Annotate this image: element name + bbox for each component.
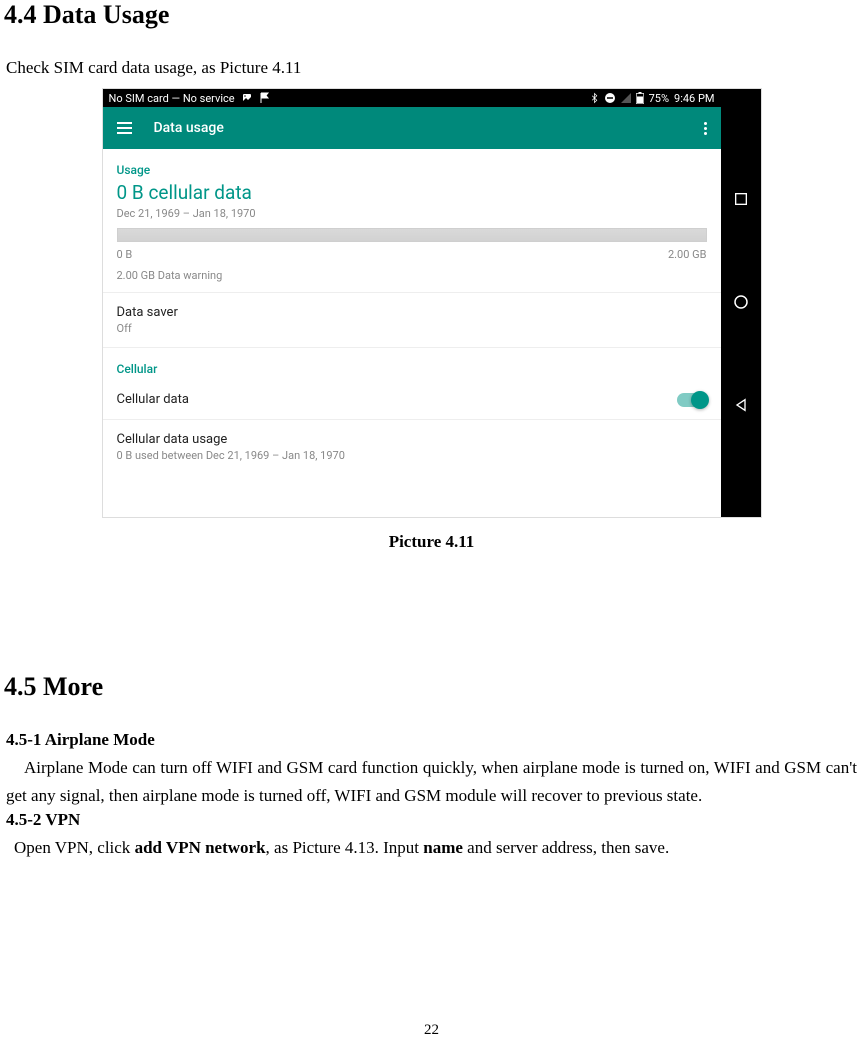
flag-icon <box>259 92 271 104</box>
screenshot-picture-4-11: No SIM card — No service <box>102 88 762 518</box>
section-4-4-title: 4.4 Data Usage <box>4 0 857 30</box>
usage-bar <box>117 228 707 242</box>
data-saver-row[interactable]: Data saver Off <box>103 293 721 348</box>
usage-bar-min: 0 B <box>117 248 133 261</box>
android-status-bar: No SIM card — No service <box>103 89 721 107</box>
cellular-usage-sub: 0 B used between Dec 21, 1969 – Jan 18, … <box>117 449 707 462</box>
overflow-menu-icon[interactable] <box>704 122 707 135</box>
section-4-5-1-body: Airplane Mode can turn off WIFI and GSM … <box>6 754 857 810</box>
section-4-5-title: 4.5 More <box>4 672 857 702</box>
cellular-data-row[interactable]: Cellular data <box>103 380 721 420</box>
signal-icon <box>621 93 631 103</box>
android-nav-bar <box>721 89 761 517</box>
nav-recent-icon[interactable] <box>733 191 749 210</box>
data-saver-status: Off <box>117 322 707 335</box>
usage-bar-max: 2.00 GB <box>668 248 707 261</box>
status-time: 9:46 PM <box>674 92 714 105</box>
section-4-5-2-title: 4.5-2 VPN <box>6 810 857 830</box>
usage-date-range: Dec 21, 1969 – Jan 18, 1970 <box>103 207 721 228</box>
nav-home-icon[interactable] <box>732 293 750 314</box>
section-4-5-2-body: Open VPN, click add VPN network, as Pict… <box>6 834 857 862</box>
cellular-data-title: Cellular data <box>117 392 189 407</box>
dnd-icon <box>604 92 616 104</box>
screenshot-icon <box>241 92 253 104</box>
status-battery-pct: 75% <box>649 92 669 105</box>
cellular-data-toggle[interactable] <box>677 393 707 407</box>
hamburger-icon[interactable] <box>117 122 132 134</box>
usage-warning: 2.00 GB Data warning <box>117 269 707 292</box>
page-number: 22 <box>0 1022 863 1039</box>
cellular-section-label: Cellular <box>103 348 721 380</box>
section-4-4-intro: Check SIM card data usage, as Picture 4.… <box>6 58 857 78</box>
picture-caption: Picture 4.11 <box>6 532 857 552</box>
battery-icon <box>636 92 644 104</box>
nav-back-icon[interactable] <box>733 397 749 416</box>
usage-main-value: 0 B cellular data <box>103 181 721 207</box>
usage-section-label: Usage <box>103 149 721 181</box>
cellular-usage-title: Cellular data usage <box>117 432 707 447</box>
status-sim-text: No SIM card — No service <box>109 92 235 105</box>
bluetooth-icon <box>590 92 599 104</box>
section-4-5-1-title: 4.5-1 Airplane Mode <box>6 730 857 750</box>
data-saver-title: Data saver <box>117 305 707 320</box>
app-bar: Data usage <box>103 107 721 149</box>
cellular-usage-row[interactable]: Cellular data usage 0 B used between Dec… <box>103 420 721 474</box>
app-bar-title: Data usage <box>154 120 224 136</box>
